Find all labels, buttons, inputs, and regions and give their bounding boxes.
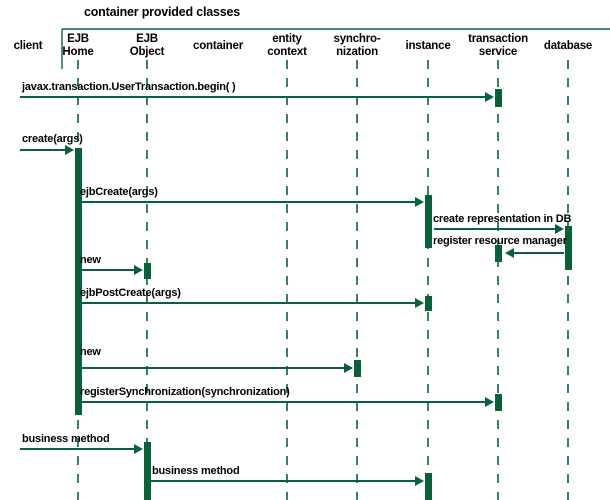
diagram-canvas bbox=[20, 28, 610, 500]
column-header-line: client bbox=[13, 40, 43, 52]
arrowhead-create bbox=[65, 145, 74, 155]
column-header-line: entity bbox=[272, 33, 302, 45]
arrowhead-new-ejb-object bbox=[134, 265, 143, 275]
message-label-register-resource-mgr: register resource manager bbox=[433, 235, 567, 247]
column-header-line: service bbox=[478, 45, 518, 58]
activation-instance-business bbox=[425, 473, 432, 500]
arrowhead-user-transaction-begin bbox=[485, 92, 494, 102]
column-header-client: client bbox=[14, 40, 43, 52]
column-header-line: context bbox=[267, 45, 307, 58]
message-label-new-synchronization: new bbox=[80, 346, 101, 358]
column-header-line: EJB bbox=[136, 33, 158, 45]
arrowhead-ejb-create bbox=[415, 197, 424, 207]
message-label-ejb-create: ejbCreate(args) bbox=[80, 186, 158, 198]
activation-transaction-begin bbox=[495, 89, 502, 107]
activation-database bbox=[565, 226, 572, 270]
column-header-container: container bbox=[193, 40, 243, 52]
column-header-line: EJB bbox=[67, 33, 89, 45]
activation-instance-create bbox=[425, 195, 432, 248]
arrowhead-ejb-post-create bbox=[415, 298, 424, 308]
group-title: container provided classes bbox=[84, 5, 240, 19]
message-label-create: create(args) bbox=[22, 133, 83, 145]
message-label-ejb-post-create: ejbPostCreate(args) bbox=[80, 287, 181, 299]
column-header-synchronization: synchro-nization bbox=[334, 33, 381, 59]
sequence-diagram: container provided classes client EJB Home E… bbox=[0, 0, 610, 500]
message-label-create-representation: create representation in DB bbox=[433, 213, 572, 225]
column-header-line: database bbox=[543, 40, 593, 52]
activation-transaction-sync bbox=[495, 394, 502, 411]
column-header-line: Home bbox=[62, 45, 94, 58]
column-header-line: instance bbox=[405, 40, 451, 52]
arrowhead-business-method-instance bbox=[415, 476, 424, 486]
column-header-line: synchro- bbox=[333, 33, 381, 45]
message-label-business-method-client: business method bbox=[22, 433, 110, 445]
arrowhead-new-synchronization bbox=[344, 363, 353, 373]
activation-synchronization-new bbox=[354, 360, 361, 377]
message-label-user-transaction-begin: javax.transaction.UserTransaction.begin(… bbox=[22, 81, 236, 93]
arrowhead-register-synchronization bbox=[485, 397, 494, 407]
activation-ejb-object-new bbox=[144, 263, 151, 279]
message-label-new-ejb-object: new bbox=[80, 254, 101, 266]
column-header-transaction-service: transaction service bbox=[468, 33, 528, 59]
column-header-database: database bbox=[544, 40, 592, 52]
column-header-line: container bbox=[193, 40, 243, 52]
message-label-register-synchronization: registerSynchronization(synchronization) bbox=[80, 386, 290, 398]
column-header-entity-context: entity context bbox=[267, 33, 307, 59]
column-header-ejb-object: EJB Object bbox=[130, 33, 165, 59]
column-header-instance: instance bbox=[405, 40, 450, 52]
arrowhead-register-resource-mgr bbox=[505, 248, 514, 258]
column-header-line: Object bbox=[129, 45, 165, 58]
column-header-line: transaction bbox=[468, 33, 528, 45]
arrowhead-business-method-client bbox=[134, 444, 143, 454]
lifelines-layer bbox=[77, 60, 569, 500]
activation-instance-postcreate bbox=[425, 296, 432, 311]
message-label-business-method-instance: business method bbox=[152, 465, 240, 477]
column-header-ejb-home: EJB Home bbox=[62, 33, 93, 59]
activation-ejb-object-business bbox=[144, 442, 151, 500]
column-header-line: nization bbox=[336, 45, 378, 58]
